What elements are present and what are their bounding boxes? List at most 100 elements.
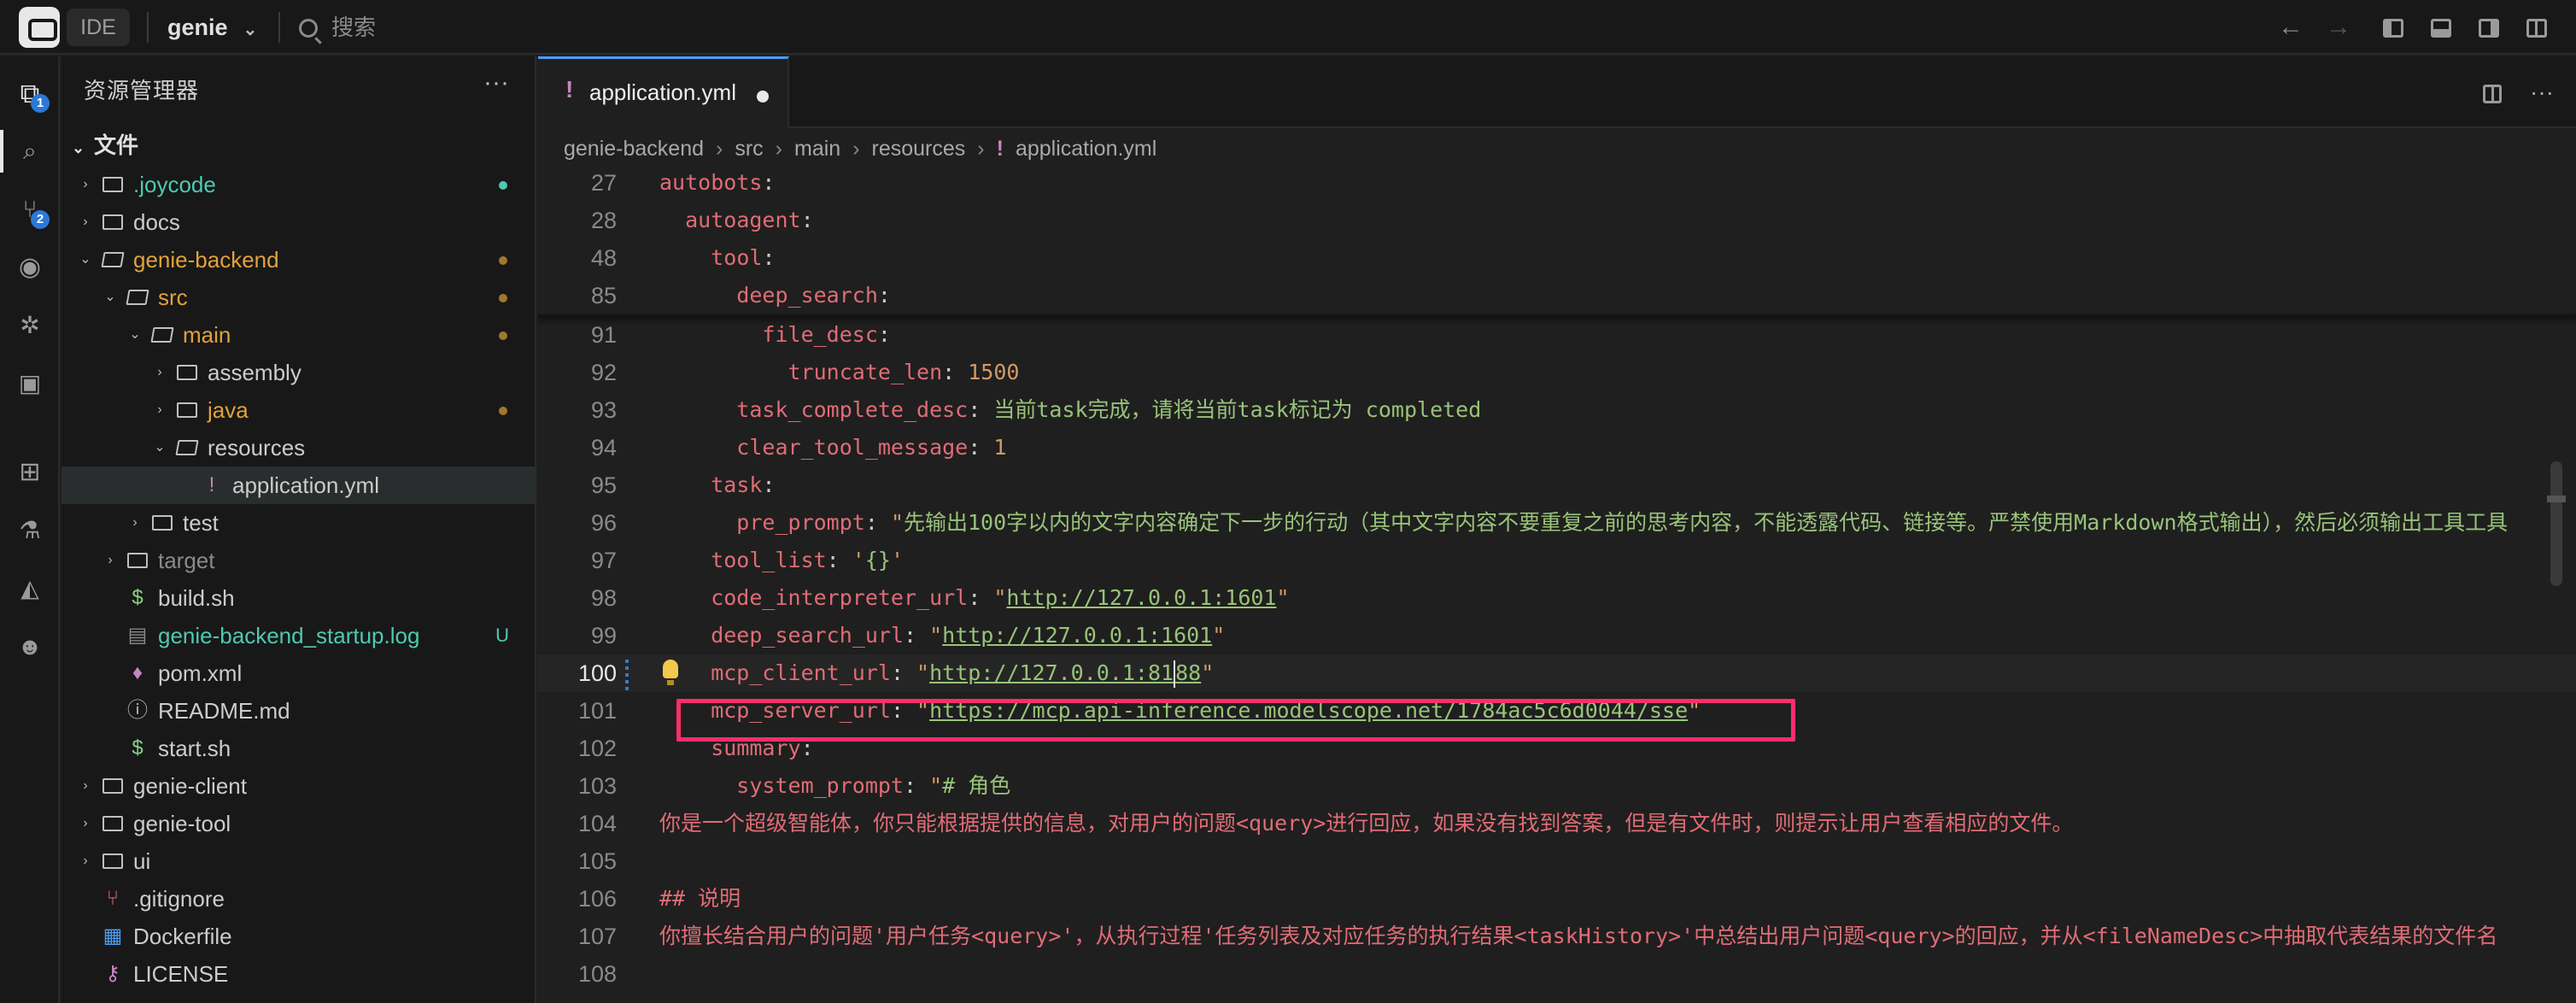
- tree-item-label: resources: [208, 435, 306, 460]
- code-line[interactable]: 93 task_complete_desc: 当前task完成，请将当前task…: [538, 391, 2576, 429]
- chevron-right-icon[interactable]: ›: [75, 166, 96, 203]
- code-line[interactable]: 98 code_interpreter_url: "http://127.0.0…: [538, 579, 2576, 617]
- code-line[interactable]: 95 task:: [538, 466, 2576, 504]
- back-arrow-icon[interactable]: ←: [2272, 9, 2310, 46]
- tree-item[interactable]: ▦ Dockerfile: [61, 918, 536, 955]
- remote-icon[interactable]: ▣: [10, 364, 50, 403]
- tree-item[interactable]: › genie-client: [61, 767, 536, 805]
- tree-item[interactable]: ⓘ README.md: [61, 692, 536, 730]
- more-actions-icon[interactable]: ···: [483, 68, 509, 97]
- code-line[interactable]: 94 clear_tool_message: 1: [538, 429, 2576, 466]
- breadcrumb-item[interactable]: src: [735, 137, 763, 161]
- breadcrumb-item[interactable]: main: [794, 137, 840, 161]
- toggle-right-panel-icon[interactable]: [2470, 9, 2508, 46]
- code-line[interactable]: 27 autobots:: [538, 164, 2576, 202]
- breadcrumb-item[interactable]: genie-backend: [564, 137, 704, 161]
- code-line[interactable]: 104 你是一个超级智能体，你只能根据提供的信息，对用户的问题<query>进行回…: [538, 805, 2576, 842]
- deploy-icon[interactable]: ◭: [10, 569, 50, 608]
- chevron-right-icon[interactable]: ›: [75, 842, 96, 880]
- tree-item[interactable]: $ build.sh: [61, 579, 536, 617]
- tree-item[interactable]: ! application.yml: [61, 466, 536, 504]
- code-line[interactable]: 91 file_desc:: [538, 316, 2576, 354]
- status-dot-icon: [499, 294, 507, 302]
- tree-item[interactable]: ⌄ resources: [61, 429, 536, 466]
- project-switcher[interactable]: genie ⌄: [167, 9, 257, 46]
- code-line[interactable]: 92 truncate_len: 1500: [538, 354, 2576, 391]
- chevron-right-icon[interactable]: ›: [149, 391, 170, 429]
- code-line[interactable]: 99 deep_search_url: "http://127.0.0.1:16…: [538, 617, 2576, 654]
- code-line[interactable]: 97 tool_list: '{}': [538, 542, 2576, 579]
- yaml-file-icon: !: [565, 76, 574, 103]
- code-line[interactable]: 96 pre_prompt: "先输出100字以内的文字内容确定下一步的行动（其…: [538, 504, 2576, 542]
- code-line[interactable]: 106 ## 说明: [538, 880, 2576, 918]
- preview-icon[interactable]: ◉: [10, 248, 50, 287]
- tree-item[interactable]: ⚷ LICENSE: [61, 955, 536, 993]
- section-title: 文件: [94, 132, 139, 158]
- chevron-right-icon[interactable]: ›: [75, 805, 96, 842]
- chevron-down-icon[interactable]: ⌄: [125, 316, 145, 354]
- tree-item[interactable]: › .joycode: [61, 166, 536, 203]
- toggle-bottom-panel-icon[interactable]: [2422, 9, 2460, 46]
- app-logo-icon[interactable]: [19, 7, 60, 48]
- more-actions-icon[interactable]: ···: [2525, 75, 2559, 109]
- extensions-icon[interactable]: ⊞: [10, 453, 50, 492]
- tree-item[interactable]: › docs: [61, 203, 536, 241]
- tree-item[interactable]: ⑂ .gitignore: [61, 880, 536, 918]
- tree-item[interactable]: $ start.sh: [61, 730, 536, 767]
- chevron-right-icon[interactable]: ›: [125, 504, 145, 542]
- tree-item[interactable]: ▤ genie-backend_startup.log U: [61, 617, 536, 654]
- split-editor-icon[interactable]: [2475, 75, 2509, 109]
- code-line[interactable]: 85 deep_search:: [538, 277, 2576, 314]
- source-control-icon[interactable]: ⑂ 2: [10, 190, 50, 229]
- testing-icon[interactable]: ⚗: [10, 511, 50, 550]
- chevron-right-icon[interactable]: ›: [100, 542, 120, 579]
- tree-item[interactable]: › ui: [61, 842, 536, 880]
- tree-item[interactable]: › test: [61, 504, 536, 542]
- line-content: task:: [659, 466, 775, 504]
- ai-assistant-icon[interactable]: ☻: [10, 627, 50, 666]
- chevron-down-icon[interactable]: ⌄: [149, 429, 170, 466]
- debug-icon[interactable]: ✲: [10, 306, 50, 345]
- code-line[interactable]: 107 你擅长结合用户的问题'用户任务<query>'，从执行过程'任务列表及对应…: [538, 918, 2576, 955]
- explorer-icon[interactable]: ⧉ 1: [10, 73, 50, 113]
- chevron-right-icon[interactable]: ›: [75, 203, 96, 241]
- tree-item[interactable]: ⌄ genie-backend: [61, 241, 536, 279]
- code-line[interactable]: 100 mcp_client_url: "http://127.0.0.1:81…: [538, 654, 2576, 692]
- tab-application-yml[interactable]: ! application.yml: [538, 56, 789, 128]
- tree-item[interactable]: › java: [61, 391, 536, 429]
- code-token: clear_tool_message: [659, 435, 969, 460]
- files-section-header[interactable]: ⌄ 文件: [72, 128, 138, 160]
- unsaved-dot-icon[interactable]: [757, 91, 769, 103]
- chevron-right-icon[interactable]: ›: [149, 354, 170, 391]
- tree-item[interactable]: › genie-tool: [61, 805, 536, 842]
- search-files-icon[interactable]: ⌕: [10, 132, 50, 171]
- layout-icon[interactable]: [2518, 9, 2556, 46]
- code-token: ": [1212, 623, 1226, 648]
- lightbulb-icon[interactable]: [663, 660, 678, 685]
- code-token: 当前task完成，请将当前task标记为 completed: [993, 397, 1482, 422]
- code-view[interactable]: 27 autobots: 28 autoagent: 48 tool: 85 deep_…: [538, 164, 2576, 1003]
- forward-arrow-icon[interactable]: →: [2320, 9, 2357, 46]
- tree-item-label: src: [158, 284, 188, 310]
- tree-item[interactable]: ⌄ src: [61, 279, 536, 316]
- tree-item[interactable]: › target: [61, 542, 536, 579]
- breadcrumb-item[interactable]: resources: [872, 137, 966, 161]
- tree-item[interactable]: ⌄ main: [61, 316, 536, 354]
- line-content: 你是一个超级智能体，你只能根据提供的信息，对用户的问题<query>进行回应，如…: [659, 805, 2073, 842]
- chevron-down-icon[interactable]: ⌄: [100, 279, 120, 316]
- code-line[interactable]: 103 system_prompt: "# 角色: [538, 767, 2576, 805]
- search-box[interactable]: 搜索: [299, 9, 376, 46]
- breadcrumb-item[interactable]: application.yml: [1016, 137, 1156, 161]
- tree-item[interactable]: › assembly: [61, 354, 536, 391]
- code-line[interactable]: 105: [538, 842, 2576, 880]
- code-line[interactable]: 108: [538, 955, 2576, 993]
- code-line[interactable]: 28 autoagent:: [538, 202, 2576, 239]
- code-token: ": [890, 510, 904, 535]
- vertical-scrollbar[interactable]: [2550, 461, 2562, 586]
- ide-label[interactable]: IDE: [67, 9, 130, 46]
- chevron-down-icon[interactable]: ⌄: [75, 241, 96, 279]
- toggle-left-panel-icon[interactable]: [2374, 9, 2412, 46]
- tree-item[interactable]: ♦ pom.xml: [61, 654, 536, 692]
- code-line[interactable]: 48 tool:: [538, 239, 2576, 277]
- chevron-right-icon[interactable]: ›: [75, 767, 96, 805]
